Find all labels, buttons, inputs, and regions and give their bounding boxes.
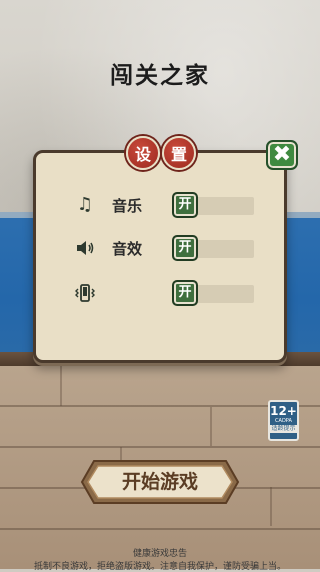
- age-rating-org: CADPA: [275, 418, 292, 424]
- start-game-button[interactable]: 开始游戏: [80, 459, 240, 505]
- vibrate-icon: [74, 282, 96, 304]
- close-icon: ✖: [272, 142, 292, 167]
- game-title: 闯关之家: [110, 63, 210, 89]
- settings-row-vibrate: 开: [74, 280, 264, 306]
- speaker-icon: [74, 237, 96, 259]
- health-notice-title: 健康游戏忠告: [132, 549, 187, 559]
- settings-heading: 设 置: [126, 136, 196, 170]
- settings-row-sound: 音效 开: [74, 235, 264, 261]
- sound-toggle[interactable]: 开: [172, 235, 198, 261]
- health-notice-line: 抵制不良游戏，拒绝盗版游戏。注意自我保护，谨防受骗上当。: [33, 562, 286, 572]
- music-toggle-track[interactable]: [196, 197, 254, 215]
- settings-heading-char: 置: [162, 136, 196, 170]
- settings-row-music: ♫ 音乐 开: [74, 192, 264, 218]
- music-note-icon: ♫: [76, 194, 94, 215]
- sound-toggle-track[interactable]: [196, 240, 254, 258]
- start-game-label: 开始游戏: [121, 471, 198, 493]
- vibrate-toggle-track[interactable]: [196, 285, 254, 303]
- vibrate-toggle[interactable]: 开: [172, 280, 198, 306]
- close-button[interactable]: ✖: [266, 140, 298, 170]
- music-toggle[interactable]: 开: [172, 192, 198, 218]
- sound-label: 音效: [112, 240, 143, 258]
- music-label: 音乐: [112, 197, 143, 215]
- age-rating-number: 12+: [270, 404, 297, 418]
- age-rating-tip: 适龄提示: [270, 425, 297, 433]
- age-rating-badge[interactable]: 12+ CADPA 适龄提示: [268, 400, 299, 441]
- settings-heading-char: 设: [126, 136, 160, 170]
